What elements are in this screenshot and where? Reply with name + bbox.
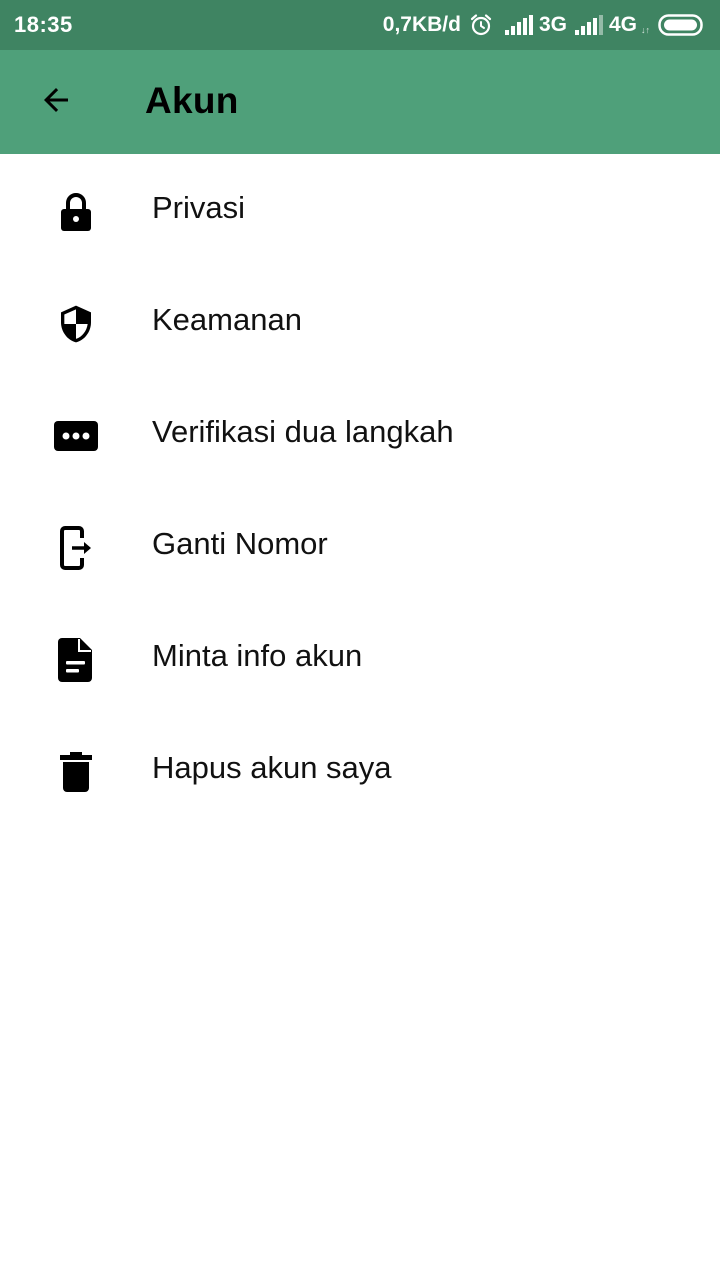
menu-item-delete-account[interactable]: Hapus akun saya xyxy=(0,714,720,826)
network-activity-arrows: ↓↑ xyxy=(641,25,650,35)
back-button[interactable] xyxy=(24,72,88,132)
menu-item-privacy[interactable]: Privasi xyxy=(0,154,720,266)
menu-item-label: Privasi xyxy=(152,190,246,225)
network-3g: 3G xyxy=(538,13,567,36)
status-time: 18:35 xyxy=(14,12,73,37)
account-menu-list: Privasi Keamanan Verifikasi dua langkah … xyxy=(0,154,720,826)
account-settings-screen: 18:35 0,7KB/d 3G 4G ↓↑ Akun Privasi Keam… xyxy=(0,0,720,1280)
menu-item-request-account-info[interactable]: Minta info akun xyxy=(0,602,720,714)
data-speed: 0,7KB/d xyxy=(382,13,461,36)
alarm-clock-icon xyxy=(469,13,493,37)
document-icon xyxy=(48,638,104,682)
password-dots-icon xyxy=(48,414,104,458)
shield-icon xyxy=(48,302,104,346)
status-icons: 0,7KB/d 3G 4G ↓↑ xyxy=(383,10,706,40)
menu-item-change-number[interactable]: Ganti Nomor xyxy=(0,490,720,602)
page-title: Akun xyxy=(145,80,239,121)
menu-item-label: Verifikasi dua langkah xyxy=(152,414,454,449)
change-number-icon xyxy=(48,526,104,570)
battery-icon xyxy=(658,14,706,36)
status-bar: 18:35 0,7KB/d 3G 4G ↓↑ xyxy=(0,0,720,50)
menu-item-label: Minta info akun xyxy=(152,638,363,673)
arrow-back-icon xyxy=(38,82,74,123)
app-toolbar: Akun xyxy=(0,50,720,154)
signal-bars-icon xyxy=(504,15,535,35)
menu-item-label: Keamanan xyxy=(152,302,302,337)
menu-item-security[interactable]: Keamanan xyxy=(0,266,720,378)
menu-item-two-step-verification[interactable]: Verifikasi dua langkah xyxy=(0,378,720,490)
lock-icon xyxy=(48,190,104,234)
menu-item-label: Hapus akun saya xyxy=(152,750,392,785)
trash-icon xyxy=(48,750,104,794)
menu-item-label: Ganti Nomor xyxy=(152,526,328,561)
signal-bars-icon xyxy=(574,15,605,35)
network-4g: 4G xyxy=(608,13,637,36)
